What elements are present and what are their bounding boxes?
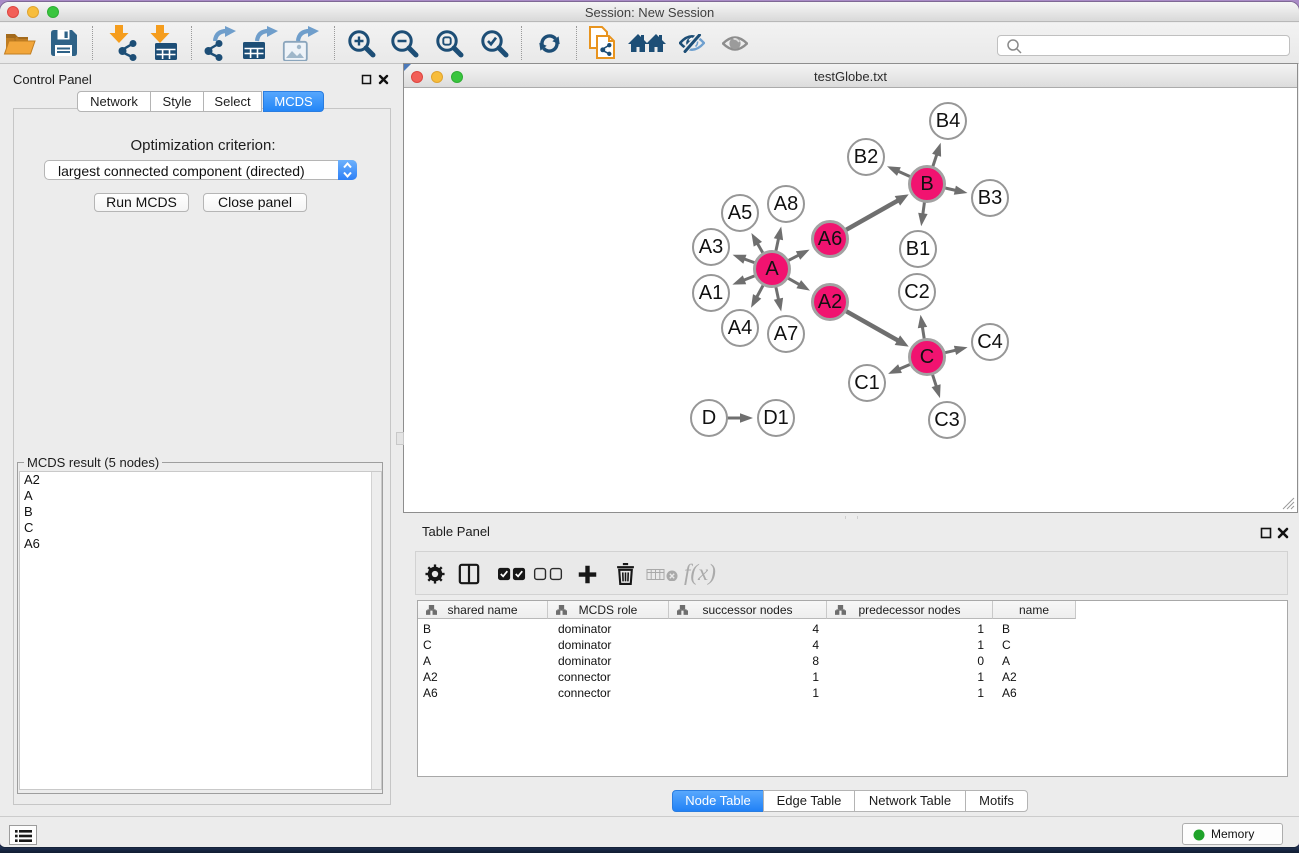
svg-text:C1: C1 (854, 372, 880, 394)
svg-text:A3: A3 (699, 236, 723, 258)
svg-text:B: B (920, 173, 933, 195)
svg-text:A6: A6 (818, 228, 842, 250)
svg-text:C2: C2 (904, 281, 930, 303)
svg-text:D: D (702, 407, 716, 429)
svg-text:C4: C4 (977, 331, 1003, 353)
svg-text:A8: A8 (774, 193, 798, 215)
svg-text:B3: B3 (978, 187, 1002, 209)
svg-text:A5: A5 (728, 202, 752, 224)
svg-text:C3: C3 (934, 409, 960, 431)
svg-text:B4: B4 (936, 110, 960, 132)
svg-text:A2: A2 (818, 291, 842, 313)
svg-text:A4: A4 (728, 317, 752, 339)
svg-text:A: A (765, 258, 779, 280)
svg-text:B2: B2 (854, 146, 878, 168)
svg-text:A1: A1 (699, 282, 723, 304)
svg-text:D1: D1 (763, 407, 789, 429)
svg-text:C: C (920, 346, 934, 368)
svg-text:B1: B1 (906, 238, 930, 260)
svg-text:A7: A7 (774, 323, 798, 345)
